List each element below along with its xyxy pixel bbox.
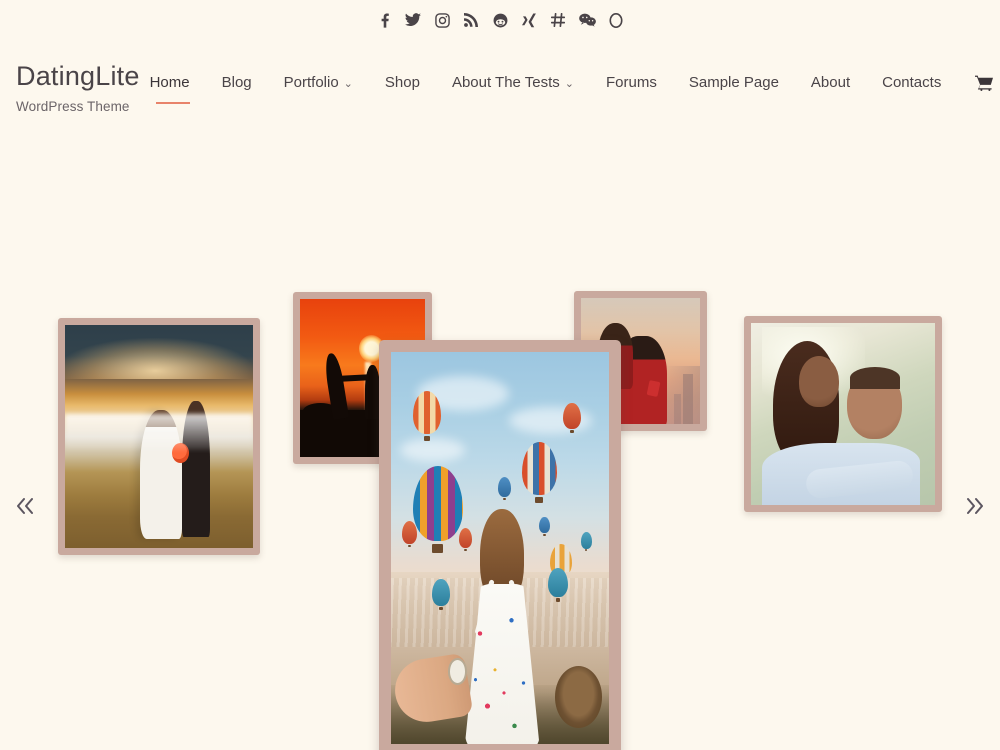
chevron-down-icon[interactable]: ⌄ — [565, 78, 574, 90]
cart-icon[interactable] — [957, 75, 999, 91]
nav-label: Portfolio — [283, 74, 339, 91]
nav-item-forums[interactable]: Forums — [590, 68, 673, 98]
nav-item-blog[interactable]: Blog — [206, 68, 268, 98]
carousel-slide-couple[interactable] — [744, 316, 942, 512]
slide-photo — [391, 352, 609, 744]
nav-item-contacts[interactable]: Contacts — [866, 68, 957, 98]
opera-icon[interactable] — [602, 9, 631, 31]
hero-carousel — [0, 106, 1000, 750]
carousel-prev-button[interactable] — [6, 487, 44, 525]
site-title[interactable]: DatingLite — [16, 61, 140, 92]
facebook-icon[interactable] — [370, 9, 399, 31]
wechat-icon[interactable] — [573, 9, 602, 31]
nav-item-about-the-tests[interactable]: About The Tests ⌄ — [436, 68, 590, 98]
featured-subject — [463, 508, 541, 744]
nav-item-portfolio[interactable]: Portfolio ⌄ — [268, 68, 369, 98]
nav-item-shop[interactable]: Shop — [369, 68, 436, 98]
site-branding[interactable]: DatingLite WordPress Theme — [16, 42, 140, 113]
nav-label: About — [810, 74, 851, 91]
nav-label: Home — [149, 74, 190, 91]
chevron-down-icon[interactable]: ⌄ — [344, 78, 353, 90]
reddit-icon[interactable] — [486, 9, 515, 31]
carousel-next-button[interactable] — [956, 487, 994, 525]
nav-label: Forums — [606, 74, 657, 91]
nav-label: Shop — [384, 74, 420, 91]
carousel-slide-featured-balloons[interactable] — [379, 340, 621, 750]
social-links-bar — [0, 0, 1000, 34]
primary-navigation: Home Blog Portfolio ⌄ Shop About The Tes… — [140, 42, 1000, 104]
nav-item-home[interactable]: Home — [140, 68, 206, 104]
xing-icon[interactable] — [515, 9, 544, 31]
slack-icon[interactable] — [544, 9, 573, 31]
nav-item-sample-page[interactable]: Sample Page — [673, 68, 795, 98]
site-header: DatingLite WordPress Theme Home Blog Por… — [0, 34, 1000, 114]
nav-label: Contacts — [882, 74, 942, 91]
instagram-icon[interactable] — [428, 9, 457, 31]
nav-label: About The Tests — [451, 74, 560, 91]
rss-icon[interactable] — [457, 9, 486, 31]
carousel-slide-wedding[interactable] — [58, 318, 260, 555]
nav-label: Sample Page — [688, 74, 779, 91]
twitter-icon[interactable] — [399, 9, 428, 31]
slide-photo — [751, 323, 935, 505]
nav-item-about[interactable]: About — [795, 68, 866, 98]
nav-label: Blog — [221, 74, 252, 91]
slide-photo — [65, 325, 253, 548]
